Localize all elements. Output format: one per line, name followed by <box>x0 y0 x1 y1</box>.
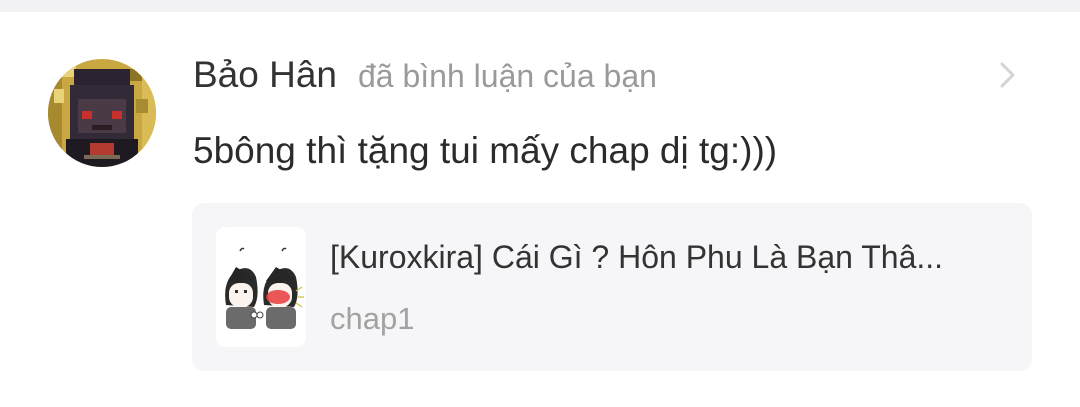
comment-text: 5bông thì tặng tui mấy chap dị tg:))) <box>193 130 778 171</box>
user-avatar[interactable] <box>48 59 156 167</box>
story-title[interactable]: [Kuroxkira] Cái Gì ? Hôn Phu Là Bạn Thâ.… <box>330 239 1010 276</box>
comment-notification[interactable]: Bảo Hân đã bình luận của bạn 5bông thì t… <box>0 12 1080 407</box>
story-cover-image <box>216 227 306 347</box>
story-cover[interactable] <box>216 227 306 347</box>
action-text: đã bình luận của bạn <box>358 58 657 94</box>
chevron-right-icon[interactable] <box>990 58 1024 92</box>
story-chapter: chap1 <box>330 301 415 336</box>
top-divider-band <box>0 0 1080 12</box>
notification-header: Bảo Hân đã bình luận của bạn <box>193 54 657 104</box>
story-card[interactable]: [Kuroxkira] Cái Gì ? Hôn Phu Là Bạn Thâ.… <box>192 203 1032 371</box>
user-name[interactable]: Bảo Hân <box>193 54 337 96</box>
user-avatar-icon <box>48 59 156 167</box>
